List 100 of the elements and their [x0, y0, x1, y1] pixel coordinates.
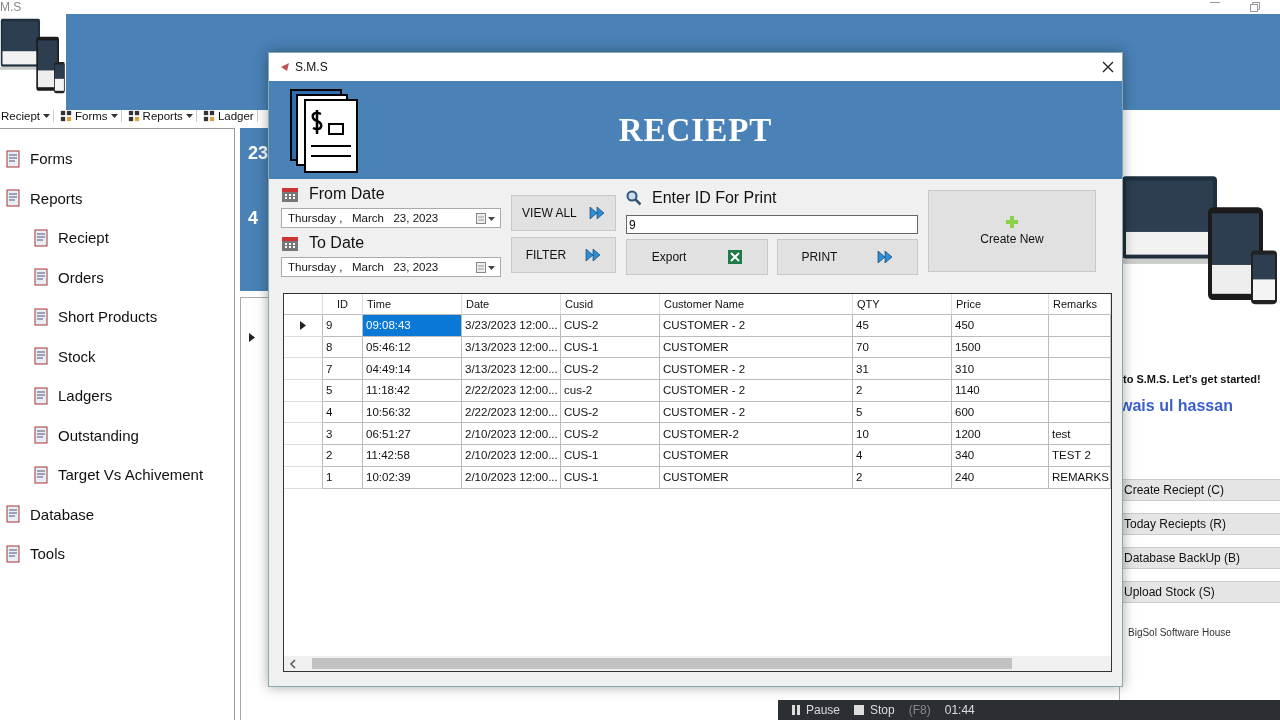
table-cell: 04:49:14	[363, 358, 462, 381]
tree-item[interactable]: Tools	[0, 534, 234, 574]
action-button[interactable]: Database BackUp (B)	[1120, 547, 1280, 569]
export-button[interactable]: Export	[626, 239, 768, 275]
row-pointer-icon	[249, 333, 255, 342]
search-icon	[626, 190, 642, 206]
horizontal-scrollbar[interactable]	[284, 656, 1111, 671]
create-new-button[interactable]: Create New	[928, 190, 1096, 272]
calendar-icon	[281, 234, 299, 252]
shortcut-hint: (F8)	[908, 703, 931, 717]
table-cell: CUS-2	[561, 423, 660, 446]
tree-item[interactable]: Stock	[0, 336, 234, 376]
double-arrow-icon	[588, 207, 605, 219]
table-cell: 1200	[952, 423, 1049, 446]
company-name: BigSol Software House	[1127, 627, 1232, 638]
tree-item[interactable]: Orders	[0, 257, 234, 297]
table-cell: CUSTOMER-2	[660, 423, 853, 446]
stop-button[interactable]: Stop	[854, 703, 895, 717]
stat-value: 4	[248, 208, 258, 229]
toolbar-menu[interactable]: Reciept	[0, 110, 54, 122]
table-cell: 1	[323, 466, 363, 489]
table-cell: 45	[853, 315, 952, 337]
field-label: To Date	[309, 234, 365, 252]
window-title: M.S	[0, 0, 22, 14]
table-cell: 2/10/2023 12:00...	[462, 423, 561, 446]
id-input[interactable]: 9	[626, 215, 918, 234]
pause-icon	[792, 705, 800, 715]
toolbar-menu[interactable]: Ladger	[199, 110, 258, 122]
table-cell: 2/10/2023 12:00...	[462, 445, 561, 467]
pause-button[interactable]: Pause	[792, 703, 841, 717]
table-cell: 31	[853, 358, 952, 381]
table-cell: 10:56:32	[363, 401, 462, 424]
toolbar-menu[interactable]: Reports	[124, 110, 197, 122]
table-cell: 11:18:42	[363, 380, 462, 402]
field-label: Enter ID For Print	[652, 189, 777, 207]
document-icon	[4, 189, 22, 208]
grid-icon	[60, 110, 72, 122]
table-cell: 3/13/2023 12:00...	[462, 358, 561, 381]
table-cell: 2	[853, 466, 952, 489]
table-cell: 4	[323, 401, 363, 424]
table-cell: CUSTOMER	[660, 445, 853, 467]
action-button[interactable]: Today Reciepts (R)	[1120, 513, 1280, 535]
double-arrow-icon	[877, 251, 894, 263]
tree-item[interactable]: Outstanding	[0, 415, 234, 455]
print-button[interactable]: PRINT	[776, 239, 918, 275]
table-cell: CUS-1	[561, 466, 660, 489]
table-cell: CUSTOMER - 2	[660, 401, 853, 424]
caret-icon	[185, 114, 193, 118]
table-cell: 5	[323, 380, 363, 402]
tree-item[interactable]: Reciept	[0, 218, 234, 258]
table-cell: CUS-1	[561, 445, 660, 467]
table-cell: 4	[853, 445, 952, 467]
recording-timer: 01:44	[944, 703, 975, 717]
tree-item[interactable]: Target Vs Achivement	[0, 455, 234, 495]
document-icon	[32, 228, 50, 247]
table-cell: CUSTOMER - 2	[660, 380, 853, 402]
table-cell: 340	[952, 445, 1049, 467]
corner-header	[284, 294, 323, 315]
date-picker[interactable]: Thursday , March 23, 2023	[281, 257, 501, 277]
document-icon	[32, 268, 50, 287]
caret-icon	[43, 114, 50, 118]
table-cell: 3	[323, 423, 363, 446]
toolbar-menu[interactable]: Forms	[57, 110, 122, 122]
document-icon	[32, 465, 50, 484]
table-cell: REMARKS	[1049, 466, 1111, 489]
table-cell: 09:08:43	[363, 315, 462, 337]
tree-item[interactable]: Short Products	[0, 297, 234, 337]
table-cell: 2	[853, 380, 952, 402]
filter-button[interactable]: FILTER	[511, 237, 616, 273]
restore-icon[interactable]	[1250, 2, 1260, 12]
action-button[interactable]: Upload Stock (S)	[1120, 581, 1280, 603]
row-pointer-icon	[300, 320, 306, 330]
scroll-left-icon[interactable]	[288, 658, 298, 669]
tree-item[interactable]: Reports	[0, 178, 234, 218]
table-cell: 600	[952, 401, 1049, 424]
tree-item[interactable]: Forms	[0, 139, 234, 179]
view-all-button[interactable]: VIEW ALL	[511, 195, 616, 231]
scroll-thumb[interactable]	[312, 658, 1012, 669]
receipt-stack-icon	[289, 86, 359, 174]
dialog-title: S.M.S	[295, 60, 329, 74]
table-cell: 2/22/2023 12:00...	[462, 380, 561, 402]
calendar-icon	[281, 185, 299, 203]
table-cell: 7	[323, 358, 363, 381]
tree-item[interactable]: Database	[0, 494, 234, 534]
table-cell: 2/22/2023 12:00...	[462, 401, 561, 424]
table-cell: CUS-2	[561, 401, 660, 424]
dropdown-icon	[476, 261, 496, 273]
table-cell: CUSTOMER - 2	[660, 315, 853, 337]
table-cell: 8	[323, 336, 363, 359]
table-cell: 11:42:58	[363, 445, 462, 467]
close-icon[interactable]	[1102, 61, 1114, 73]
table-cell: CUSTOMER	[660, 466, 853, 489]
minimize-icon[interactable]	[1210, 2, 1220, 4]
table-cell: TEST 2	[1049, 445, 1111, 467]
table-cell: 310	[952, 358, 1049, 381]
table-cell: 70	[853, 336, 952, 359]
table-cell: 06:51:27	[363, 423, 462, 446]
action-button[interactable]: Create Reciept (C)	[1120, 479, 1280, 501]
date-picker[interactable]: Thursday , March 23, 2023	[281, 208, 501, 228]
tree-item[interactable]: Ladgers	[0, 376, 234, 416]
